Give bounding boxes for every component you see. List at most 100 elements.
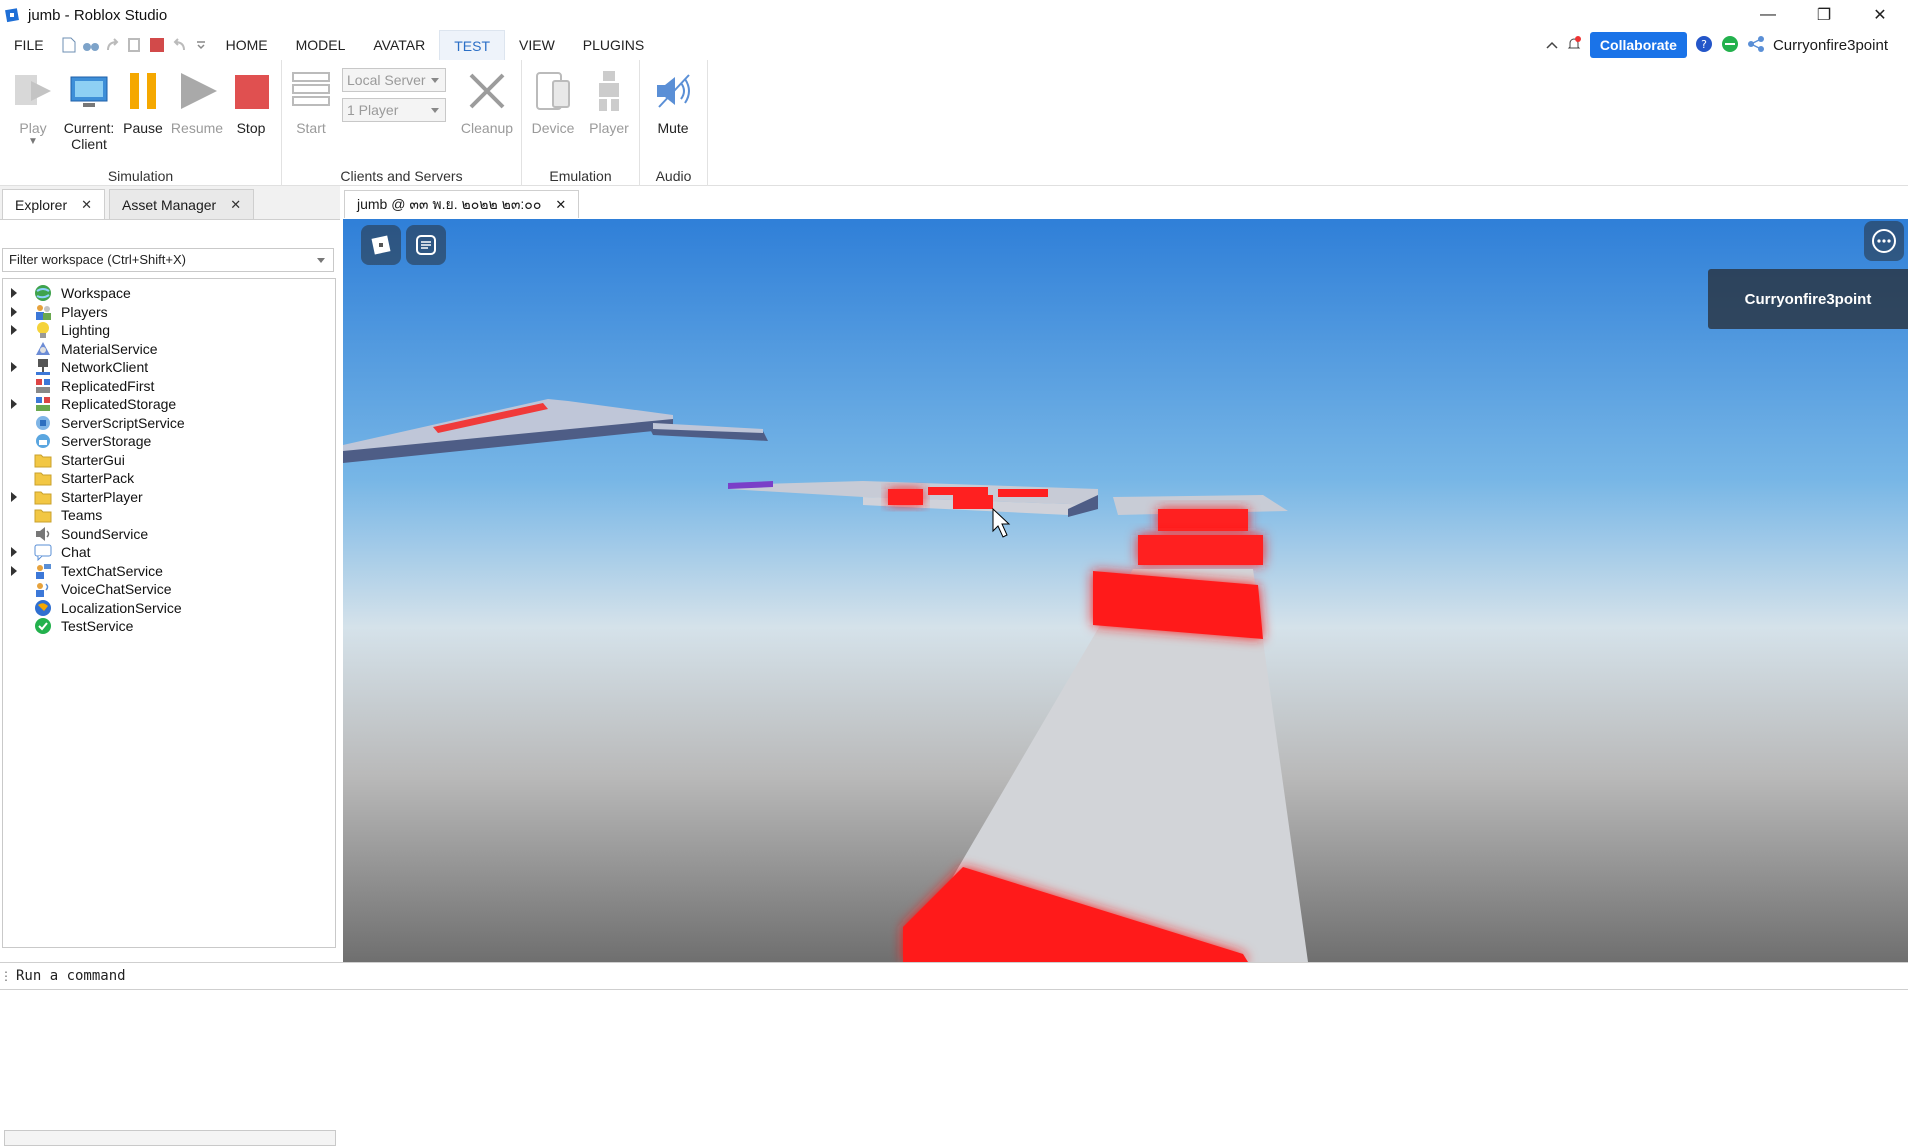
tab-avatar[interactable]: AVATAR	[359, 30, 439, 60]
binoculars-icon[interactable]	[80, 30, 102, 60]
explorer-item-label: Lighting	[61, 322, 111, 338]
expand-arrow-icon[interactable]	[11, 306, 17, 317]
simulation-group: Play ▼ Current: Client Pause Resume Stop…	[0, 60, 282, 186]
window-title: jumb - Roblox Studio	[28, 6, 168, 24]
expand-arrow-icon[interactable]	[11, 288, 17, 298]
restore-button[interactable]: ❐	[1796, 0, 1852, 30]
tab-home[interactable]: HOME	[212, 30, 282, 60]
player-name-badge[interactable]: Curryonfire3point	[1708, 269, 1908, 329]
horizontal-scrollbar[interactable]	[4, 1130, 336, 1146]
status-icon[interactable]	[1721, 35, 1739, 56]
device-icon	[530, 68, 576, 114]
tab-plugins[interactable]: PLUGINS	[569, 30, 658, 60]
resume-button[interactable]: Resume	[170, 68, 224, 136]
expand-arrow-icon[interactable]	[11, 399, 17, 409]
cleanup-button[interactable]: Cleanup	[456, 68, 518, 136]
mute-button[interactable]: Mute	[646, 68, 700, 136]
explorer-tree: Workspace Players Lighting MaterialService N…	[2, 278, 336, 948]
close-icon[interactable]: ✕	[81, 197, 92, 213]
redo-icon[interactable]	[102, 30, 124, 60]
game-viewport[interactable]: Curryonfire3point	[343, 219, 1908, 962]
chevron-down-icon	[431, 78, 439, 83]
undo-icon[interactable]	[168, 30, 190, 60]
explorer-item-label: ServerStorage	[61, 433, 152, 449]
explorer-item-label: StarterGui	[61, 451, 125, 468]
chevron-down-icon	[317, 258, 325, 263]
tab-model[interactable]: MODEL	[282, 30, 360, 60]
roblox-menu-button[interactable]	[361, 225, 401, 265]
start-button[interactable]: Start	[284, 68, 338, 136]
roblox-logo-icon	[371, 235, 391, 255]
svg-text:?: ?	[1701, 38, 1707, 51]
command-input[interactable]: Run a command	[16, 968, 126, 984]
panel-tabs: Explorer ✕ Asset Manager ✕	[0, 186, 340, 220]
stop-button[interactable]: Stop	[224, 68, 278, 136]
clients-servers-group: Start Local Server 1 Player Cleanup Clie…	[282, 60, 522, 186]
device-button[interactable]: Device	[526, 68, 580, 136]
server-select[interactable]: Local Server	[342, 68, 446, 92]
explorer-item-label: ServerScriptService	[61, 414, 185, 431]
expand-arrow-icon[interactable]	[11, 491, 17, 502]
publish-icon[interactable]	[124, 30, 146, 60]
explorer-item-label: TextChatService	[61, 562, 163, 579]
server-icon	[288, 68, 334, 114]
player-figure-icon	[586, 68, 632, 114]
explorer-item-label: Players	[61, 303, 108, 320]
customize-icon[interactable]	[190, 30, 212, 60]
chevron-down-icon	[431, 108, 439, 113]
audio-group: Mute Audio	[640, 60, 708, 186]
tab-asset-manager[interactable]: Asset Manager ✕	[109, 189, 255, 219]
tab-explorer[interactable]: Explorer ✕	[2, 189, 106, 219]
expand-arrow-icon[interactable]	[11, 325, 17, 335]
current-client-button[interactable]: Current: Client	[60, 68, 118, 152]
ribbon: Play ▼ Current: Client Pause Resume Stop…	[0, 60, 1908, 186]
share-icon[interactable]	[1747, 35, 1765, 56]
emulation-group: Device Player Emulation	[522, 60, 640, 186]
more-options-button[interactable]	[1864, 221, 1904, 261]
mute-speaker-icon	[650, 68, 696, 114]
explorer-item-label: NetworkClient	[61, 359, 149, 375]
pause-icon	[120, 68, 166, 114]
tab-view[interactable]: VIEW	[505, 30, 569, 60]
explorer-filter-input[interactable]: Filter workspace (Ctrl+Shift+X)	[2, 248, 334, 272]
audio-group-label: Audio	[655, 168, 692, 184]
tab-game-viewport[interactable]: jumb @ ๓๓ พ.ย. ๒๐๒๒ ๒๓:๐๐ ✕	[344, 190, 580, 218]
player-emulation-button[interactable]: Player	[582, 68, 636, 136]
expand-arrow-icon[interactable]	[11, 565, 17, 576]
roblox-studio-icon	[5, 8, 19, 23]
close-button[interactable]: ✕	[1852, 0, 1908, 30]
close-icon[interactable]: ✕	[555, 197, 566, 213]
explorer-item-test-service[interactable]: TestService	[3, 615, 133, 637]
explorer-item-label: Workspace	[61, 285, 131, 301]
play-icon	[10, 68, 56, 114]
collaborate-button[interactable]: Collaborate	[1589, 32, 1687, 58]
simulation-group-label: Simulation	[107, 168, 174, 184]
pause-button[interactable]: Pause	[116, 68, 170, 136]
chat-toggle-button[interactable]	[406, 225, 446, 265]
expand-arrow-icon[interactable]	[11, 362, 17, 372]
explorer-item-label: LocalizationService	[61, 599, 182, 616]
cleanup-x-icon	[464, 68, 510, 114]
stop-small-icon[interactable]	[146, 30, 168, 60]
explorer-item-label: ReplicatedStorage	[61, 396, 177, 412]
tab-test[interactable]: TEST	[439, 30, 506, 60]
new-file-icon[interactable]	[58, 30, 80, 60]
explorer-item-label: StarterPlayer	[61, 488, 143, 505]
client-monitor-icon	[66, 68, 112, 114]
explorer-panel: Explorer ✕ Asset Manager ✕ Filter workspac…	[0, 186, 340, 1146]
clients-servers-group-label: Clients and Servers	[340, 168, 463, 184]
close-icon[interactable]: ✕	[230, 197, 241, 213]
notification-bell-icon[interactable]	[1566, 35, 1582, 55]
username-menu[interactable]: Curryonfire3point	[1773, 37, 1888, 54]
expand-arrow-icon[interactable]	[11, 547, 17, 557]
play-button[interactable]: Play ▼	[6, 68, 60, 147]
player-count-select[interactable]: 1 Player	[342, 98, 446, 122]
minimize-button[interactable]: —	[1740, 0, 1796, 30]
collapse-ribbon-icon[interactable]	[1546, 37, 1558, 53]
explorer-item-label: Chat	[61, 544, 91, 560]
grip-icon[interactable]: ⋮	[0, 969, 12, 983]
tab-file[interactable]: FILE	[0, 30, 58, 60]
help-icon[interactable]: ?	[1695, 35, 1713, 56]
explorer-item-label: TestService	[61, 618, 134, 634]
check-icon	[33, 616, 53, 636]
